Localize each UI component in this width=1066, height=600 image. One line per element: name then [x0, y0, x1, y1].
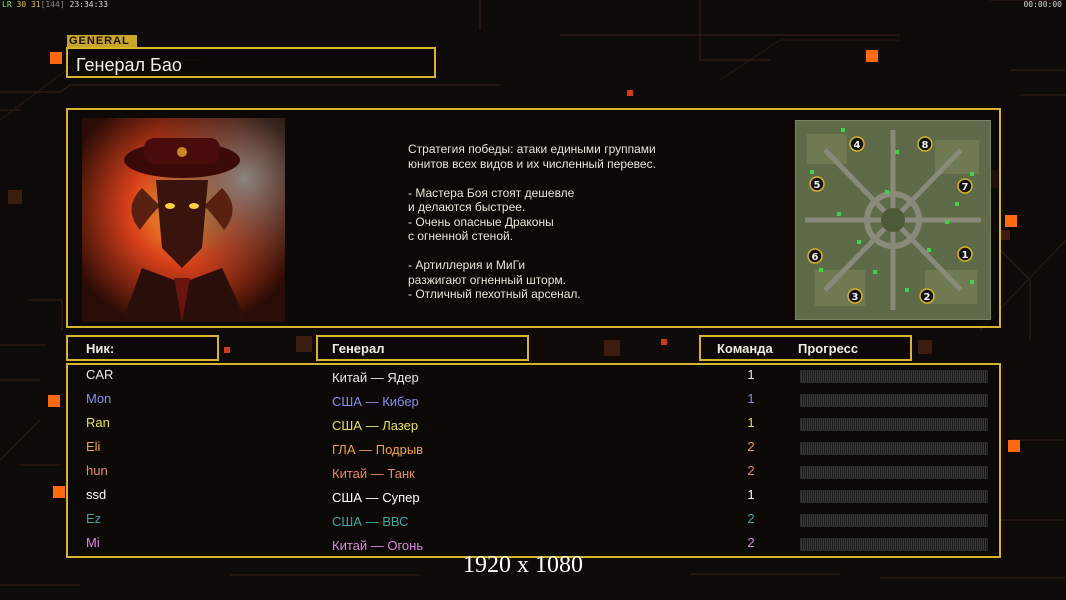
- map-preview: 4 8 5 7 6 1 3 2: [795, 120, 991, 320]
- start-position-marker: 6: [812, 252, 819, 263]
- description-line: [408, 171, 708, 186]
- player-general: США — ВВС: [332, 514, 409, 529]
- resolution-overlay: 1920 x 1080: [463, 552, 583, 578]
- player-general: Китай — Ядер: [332, 370, 419, 385]
- players-table: CAR Китай — Ядер 1 Mon США — Кибер 1 Ran…: [66, 363, 1001, 558]
- header-general: Генерал: [316, 335, 529, 361]
- player-team: 1: [747, 367, 755, 382]
- hud-fps-b: 31: [30, 0, 41, 9]
- start-position-marker: 2: [924, 292, 931, 303]
- player-general: США — Лазер: [332, 418, 419, 433]
- loading-progress-bar: [800, 514, 988, 527]
- hud-bar: LR 30 31[144] 23:34:33 00:00:00: [0, 0, 1066, 10]
- player-general: Китай — Танк: [332, 466, 415, 481]
- header-nick: Ник:: [66, 335, 219, 361]
- player-row: Mon США — Кибер 1: [68, 391, 999, 415]
- description-line: - Отличный пехотный арсенал.: [408, 287, 581, 301]
- general-title-box: Генерал Бао: [66, 47, 436, 78]
- start-position-marker: 5: [814, 180, 821, 191]
- hud-fps-a: 30: [16, 0, 27, 9]
- player-team: 1: [747, 391, 755, 406]
- start-position-marker: 7: [962, 182, 969, 193]
- player-nick: hun: [86, 463, 108, 478]
- loading-progress-bar: [800, 490, 988, 503]
- general-name: Генерал Бао: [76, 55, 182, 75]
- description-line: Стратегия победы: атаки едиными группами: [408, 142, 656, 156]
- player-nick: Ran: [86, 415, 110, 430]
- header-nick-label: Ник:: [86, 341, 115, 356]
- player-team: 2: [747, 535, 755, 550]
- hud-timer: 00:00:00: [1023, 0, 1062, 9]
- description-line: с огненной стеной.: [408, 229, 514, 243]
- description-line: юнитов всех видов и их численный перевес…: [408, 156, 656, 171]
- player-general: ГЛА — Подрыв: [332, 442, 424, 457]
- player-row: hun Китай — Танк 2: [68, 463, 999, 487]
- hud-bracket: [144]: [40, 0, 65, 9]
- player-team: 2: [747, 439, 755, 454]
- player-nick: Mi: [86, 535, 100, 550]
- player-nick: Ez: [86, 511, 102, 526]
- player-general: Китай — Огонь: [332, 538, 424, 553]
- general-description: Стратегия победы: атаки едиными группами…: [408, 142, 708, 302]
- player-nick: ssd: [86, 487, 107, 502]
- loading-progress-bar: [800, 538, 988, 551]
- loading-progress-bar: [800, 394, 988, 407]
- description-line: - Очень опасные Драконы: [408, 214, 554, 229]
- loading-progress-bar: [800, 418, 988, 431]
- player-row: Ez США — ВВС 2: [68, 511, 999, 535]
- header-team-label: Команда: [717, 341, 773, 356]
- player-general: США — Кибер: [332, 394, 419, 409]
- start-position-marker: 8: [922, 140, 929, 151]
- player-row: ssd США — Супер 1: [68, 487, 999, 511]
- player-row: CAR Китай — Ядер 1: [68, 367, 999, 391]
- hud-prefix: LR: [2, 0, 12, 9]
- description-line: - Артиллерия и МиГи: [408, 258, 526, 272]
- header-team-progress: Команда Прогресс: [699, 335, 912, 361]
- start-position-marker: 4: [854, 140, 861, 151]
- header-general-label: Генерал: [332, 341, 385, 356]
- header-progress-label: Прогресс: [798, 341, 859, 356]
- player-team: 1: [747, 487, 755, 502]
- loading-progress-bar: [800, 370, 988, 383]
- player-row: Eli ГЛА — Подрыв 2: [68, 439, 999, 463]
- description-line: разжигают огненный шторм.: [408, 272, 566, 287]
- player-team: 1: [747, 415, 755, 430]
- player-nick: Mon: [86, 391, 112, 406]
- player-team: 2: [747, 463, 755, 478]
- loading-progress-bar: [800, 466, 988, 479]
- general-portrait-image: [82, 118, 285, 322]
- player-general: США — Супер: [332, 490, 420, 505]
- player-team: 2: [747, 511, 755, 526]
- start-position-marker: 1: [962, 250, 969, 261]
- loading-progress-bar: [800, 442, 988, 455]
- player-nick: CAR: [86, 367, 114, 382]
- player-row: Ran США — Лазер 1: [68, 415, 999, 439]
- description-line: и делаются быстрее.: [408, 200, 526, 214]
- player-nick: Eli: [86, 439, 101, 454]
- description-line: [408, 244, 708, 259]
- general-info-panel: Стратегия победы: атаки едиными группами…: [66, 108, 1001, 328]
- hud-fps-readout: LR 30 31[144] 23:34:33: [2, 0, 108, 9]
- description-line: - Мастера Боя стоят дешевле: [408, 185, 575, 200]
- hud-clock: 23:34:33: [69, 0, 109, 9]
- start-position-marker: 3: [852, 292, 859, 303]
